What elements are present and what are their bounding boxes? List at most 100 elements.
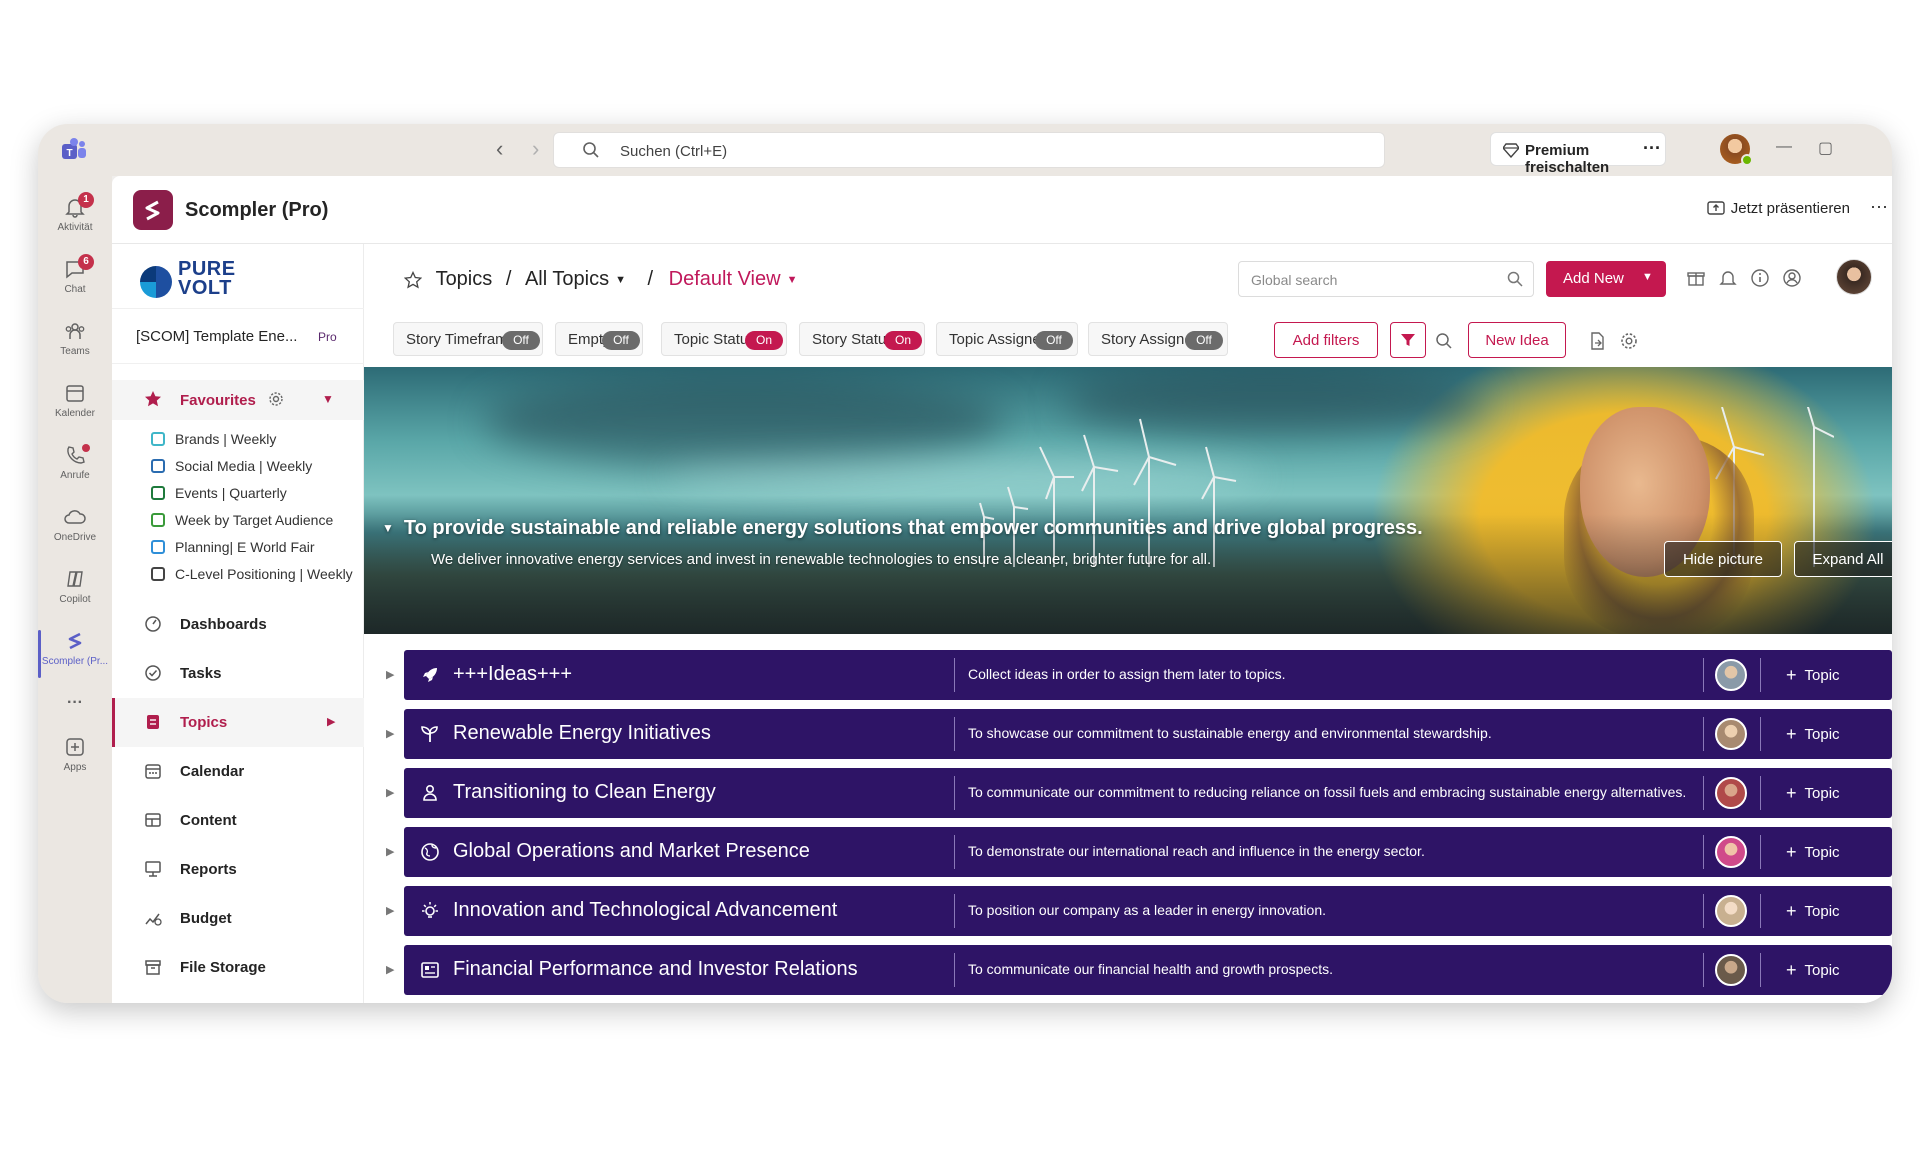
rail-more-apps[interactable]: ··· xyxy=(38,694,112,712)
add-new-button[interactable]: Add New ▼ xyxy=(1546,261,1666,297)
topic-assignee-avatar[interactable] xyxy=(1715,718,1747,750)
rail-item-copilot[interactable]: Copilot xyxy=(38,568,112,605)
filter-empty[interactable]: Empty Off xyxy=(555,322,643,356)
filter-story-assignee[interactable]: Story Assignee Off xyxy=(1088,322,1228,356)
menu-item-budget[interactable]: Budget xyxy=(112,894,364,943)
topic-row[interactable]: ▶ Global Operations and Market Presence … xyxy=(364,827,1892,877)
expand-arrow-icon[interactable]: ▶ xyxy=(386,668,394,681)
add-topic-button[interactable]: + Topic xyxy=(1786,783,1840,804)
filter-story-timeframe[interactable]: Story Timeframe Off xyxy=(393,322,543,356)
topic-bar[interactable]: Transitioning to Clean Energy To communi… xyxy=(404,768,1892,818)
filter-toggle[interactable]: On xyxy=(884,331,922,350)
topic-bar[interactable]: Global Operations and Market Presence To… xyxy=(404,827,1892,877)
topic-bar[interactable]: Innovation and Technological Advancement… xyxy=(404,886,1892,936)
favourite-item[interactable]: C-Level Positioning | Weekly xyxy=(112,561,364,588)
topic-row[interactable]: ▶ Innovation and Technological Advanceme… xyxy=(364,886,1892,936)
topic-row[interactable]: ▶ Renewable Energy Initiatives To showca… xyxy=(364,709,1892,759)
add-topic-button[interactable]: + Topic xyxy=(1786,724,1840,745)
topic-assignee-avatar[interactable] xyxy=(1715,836,1747,868)
add-topic-button[interactable]: + Topic xyxy=(1786,960,1840,981)
breadcrumb-view-selector[interactable]: Default View xyxy=(669,268,781,290)
filter-topic-assignee[interactable]: Topic Assignee Off xyxy=(936,322,1078,356)
breadcrumb-topics[interactable]: Topics xyxy=(436,268,493,290)
rail-item-teams[interactable]: Teams xyxy=(38,320,112,357)
user-avatar[interactable] xyxy=(1720,134,1753,166)
filter-toggle[interactable]: Off xyxy=(502,331,540,350)
expand-arrow-icon[interactable]: ▶ xyxy=(386,845,394,858)
topic-assignee-avatar[interactable] xyxy=(1715,954,1747,986)
global-search-input[interactable]: Global search xyxy=(1238,261,1534,297)
menu-item-content[interactable]: Content xyxy=(112,796,364,845)
bell-icon[interactable] xyxy=(1718,268,1738,288)
back-arrow-icon[interactable]: ‹ xyxy=(496,138,503,160)
menu-item-reports[interactable]: Reports xyxy=(112,845,364,894)
add-topic-button[interactable]: + Topic xyxy=(1786,842,1840,863)
app-more-icon[interactable]: ··· xyxy=(1870,196,1888,217)
teams-logo-icon[interactable]: T xyxy=(60,136,88,164)
add-topic-button[interactable]: + Topic xyxy=(1786,901,1840,922)
topic-assignee-avatar[interactable] xyxy=(1715,777,1747,809)
hide-picture-button[interactable]: Hide picture xyxy=(1664,541,1782,577)
chevron-down-icon[interactable]: ▼ xyxy=(322,392,334,406)
present-button[interactable]: Jetzt präsentieren xyxy=(1707,200,1850,217)
expand-arrow-icon[interactable]: ▶ xyxy=(386,963,394,976)
topic-row[interactable]: ▶ +++Ideas+++ Collect ideas in order to … xyxy=(364,650,1892,700)
rail-item-onedrive[interactable]: OneDrive xyxy=(38,506,112,543)
rail-item-calls[interactable]: Anrufe xyxy=(38,444,112,481)
favourites-header[interactable]: Favourites ▼ xyxy=(112,380,364,420)
search-icon[interactable] xyxy=(1435,332,1453,350)
favourite-item[interactable]: Social Media | Weekly xyxy=(112,453,364,480)
restore-button[interactable]: ▢ xyxy=(1818,138,1833,158)
favourite-item[interactable]: Week by Target Audience xyxy=(112,507,364,534)
filter-toggle-button[interactable] xyxy=(1390,322,1426,358)
caret-down-icon[interactable]: ▼ xyxy=(787,274,798,286)
topic-assignee-avatar[interactable] xyxy=(1715,659,1747,691)
menu-item-calendar[interactable]: Calendar xyxy=(112,747,364,796)
workspace-selector[interactable]: [SCOM] Template Ene... Pro xyxy=(112,308,364,364)
topic-bar[interactable]: Financial Performance and Investor Relat… xyxy=(404,945,1892,995)
forward-arrow-icon[interactable]: › xyxy=(532,138,539,160)
filter-topic-status[interactable]: Topic Status On xyxy=(661,322,787,356)
info-icon[interactable] xyxy=(1750,268,1770,288)
user-avatar[interactable] xyxy=(1836,259,1872,295)
teams-search-input[interactable]: Suchen (Ctrl+E) xyxy=(553,132,1385,168)
topic-bar[interactable]: +++Ideas+++ Collect ideas in order to as… xyxy=(404,650,1892,700)
mission-statement[interactable]: ▼ To provide sustainable and reliable ene… xyxy=(382,517,1423,540)
favourite-item[interactable]: Brands | Weekly xyxy=(112,426,364,453)
filter-story-status[interactable]: Story Status On xyxy=(799,322,925,356)
topic-bar[interactable]: Renewable Energy Initiatives To showcase… xyxy=(404,709,1892,759)
topic-assignee-avatar[interactable] xyxy=(1715,895,1747,927)
filter-toggle[interactable]: Off xyxy=(1035,331,1073,350)
add-filters-button[interactable]: Add filters xyxy=(1274,322,1378,358)
menu-item-topics[interactable]: Topics ▶ xyxy=(112,698,364,747)
rail-item-calendar[interactable]: Kalender xyxy=(38,382,112,419)
collapse-triangle-icon[interactable]: ▼ xyxy=(382,521,394,535)
expand-arrow-icon[interactable]: ▶ xyxy=(386,786,394,799)
minimize-button[interactable]: — xyxy=(1776,138,1792,156)
export-icon[interactable] xyxy=(1588,332,1606,350)
menu-item-dashboards[interactable]: Dashboards xyxy=(112,600,364,649)
breadcrumb-all-topics[interactable]: All Topics xyxy=(525,268,609,290)
filter-toggle[interactable]: Off xyxy=(1185,331,1223,350)
expand-arrow-icon[interactable]: ▶ xyxy=(386,727,394,740)
add-topic-button[interactable]: + Topic xyxy=(1786,665,1840,686)
user-settings-icon[interactable] xyxy=(1782,268,1802,288)
rail-item-apps[interactable]: Apps xyxy=(38,736,112,773)
gift-icon[interactable] xyxy=(1686,268,1706,288)
rail-item-activity[interactable]: 1 Aktivität xyxy=(38,192,112,233)
star-outline-icon[interactable] xyxy=(403,270,423,289)
filter-toggle[interactable]: Off xyxy=(602,331,640,350)
gear-icon[interactable] xyxy=(268,391,284,407)
rail-item-chat[interactable]: 6 Chat xyxy=(38,254,112,295)
filter-toggle[interactable]: On xyxy=(745,331,783,350)
expand-all-button[interactable]: Expand All xyxy=(1794,541,1892,577)
gear-icon[interactable] xyxy=(1620,332,1638,350)
rail-item-scompler[interactable]: Scompler (Pr... xyxy=(38,630,112,678)
caret-down-icon[interactable]: ▼ xyxy=(615,274,626,286)
topic-row[interactable]: ▶ Financial Performance and Investor Rel… xyxy=(364,945,1892,995)
menu-item-file-storage[interactable]: File Storage xyxy=(112,943,364,992)
menu-item-tasks[interactable]: Tasks xyxy=(112,649,364,698)
favourite-item[interactable]: Events | Quarterly xyxy=(112,480,364,507)
favourite-item[interactable]: Planning| E World Fair xyxy=(112,534,364,561)
more-options-icon[interactable]: ··· xyxy=(1643,138,1661,159)
